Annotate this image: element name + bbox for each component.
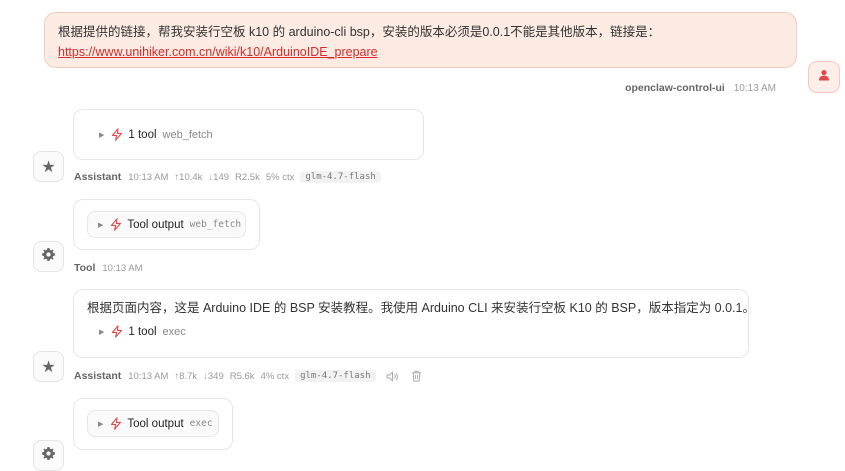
sender-name: Assistant (74, 370, 122, 382)
tool-message-card: ▶ Tool output web_fetch (73, 199, 260, 250)
lightning-icon (111, 325, 123, 338)
gear-icon (41, 446, 56, 466)
user-message-bubble: 根据提供的链接，帮我安装行空板 k10 的 arduino-cli bsp，安装… (44, 12, 797, 68)
lightning-icon (110, 417, 122, 430)
tool-output-toggle[interactable]: ▶ Tool output web_fetch (87, 211, 246, 238)
sender-name: Tool (74, 262, 96, 274)
gear-icon (41, 247, 56, 267)
tool-avatar (33, 241, 64, 272)
tokens-out: ↓349 (203, 370, 224, 382)
tool-output-label: Tool output (127, 417, 184, 430)
tokens-out: ↓149 (208, 171, 230, 183)
tool-output-toggle[interactable]: ▶ Tool output exec (87, 410, 219, 437)
user-message-text: 根据提供的链接，帮我安装行空板 k10 的 arduino-cli bsp，安装… (58, 25, 661, 39)
message-time: 10:13 AM (102, 262, 143, 274)
tokens-in: ↑8.7k (174, 370, 198, 382)
message-time: 10:13 AM (128, 370, 169, 382)
tool-message-card: ▶ Tool output exec (73, 398, 233, 450)
assistant-message-meta: Assistant 10:13 AM ↑8.7k ↓349 R5.6k 4% c… (74, 370, 434, 382)
assistant-avatar: ★ (33, 151, 64, 182)
tool-avatar (33, 440, 64, 471)
user-avatar (808, 61, 840, 93)
model-badge: glm-4.7-flash (295, 370, 376, 382)
lightning-icon (111, 128, 123, 141)
tool-summary-toggle[interactable]: ▶ 1 tool web_fetch (99, 128, 213, 141)
user-sender-name: openclaw-control-ui (625, 82, 725, 94)
context-usage: 5% ctx (265, 171, 295, 183)
user-message-meta: openclaw-control-ui 10:13 AM (625, 82, 776, 94)
caret-right-icon: ▶ (98, 221, 104, 229)
tokens-in: ↑10.4k (174, 171, 203, 183)
caret-right-icon: ▶ (99, 328, 105, 336)
tool-name: web_fetch (189, 219, 242, 230)
tool-count-label: 1 tool (128, 325, 157, 338)
assistant-avatar: ★ (33, 351, 64, 382)
assistant-message-card: ▶ 1 tool web_fetch (73, 109, 424, 160)
trash-icon[interactable] (411, 370, 422, 382)
model-badge: glm-4.7-flash (300, 171, 381, 183)
assistant-message-meta: Assistant 10:13 AM ↑10.4k ↓149 R2.5k 5% … (74, 171, 391, 183)
caret-right-icon: ▶ (99, 131, 105, 139)
assistant-message-text: 根据页面内容，这是 Arduino IDE 的 BSP 安装教程。我使用 Ard… (87, 301, 755, 315)
sender-name: Assistant (74, 171, 122, 183)
user-message-time: 10:13 AM (733, 83, 776, 94)
caret-right-icon: ▶ (98, 420, 104, 428)
tool-message-meta: Tool 10:13 AM (74, 262, 149, 274)
user-icon (818, 68, 830, 86)
tool-name: web_fetch (162, 128, 213, 141)
message-time: 10:13 AM (128, 171, 169, 183)
user-message-link[interactable]: https://www.unihiker.com.cn/wiki/k10/Ard… (58, 42, 783, 62)
lightning-icon (110, 218, 122, 231)
tool-name: exec (162, 325, 186, 338)
tool-name: exec (189, 418, 213, 429)
context-usage: 4% ctx (260, 370, 290, 382)
tokens-read: R5.6k (229, 370, 255, 382)
tokens-read: R2.5k (235, 171, 260, 183)
star-icon: ★ (41, 358, 56, 376)
star-icon: ★ (41, 158, 56, 176)
tool-summary-toggle[interactable]: ▶ 1 tool exec (87, 325, 748, 338)
speaker-icon[interactable] (386, 370, 399, 382)
tool-output-label: Tool output (127, 218, 184, 231)
tool-count-label: 1 tool (128, 128, 157, 141)
assistant-message-card: 根据页面内容，这是 Arduino IDE 的 BSP 安装教程。我使用 Ard… (73, 289, 755, 358)
